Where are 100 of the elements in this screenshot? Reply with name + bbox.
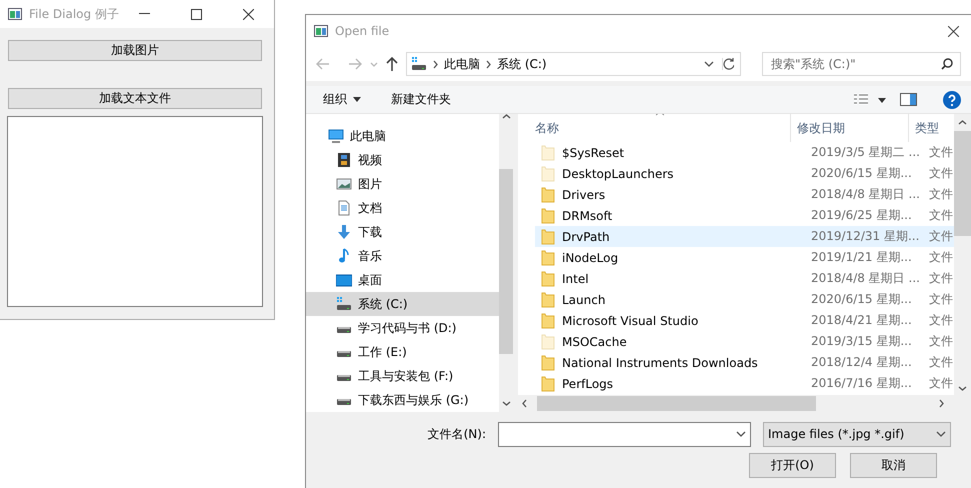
- date-column-header[interactable]: 修改日期: [791, 114, 909, 142]
- drive-icon: [336, 327, 352, 334]
- tree-item[interactable]: 此电脑: [306, 124, 499, 148]
- date-cell-text: 2016/7/16 星期...: [810, 375, 913, 392]
- tree-item[interactable]: 学习代码与书 (D:): [306, 316, 499, 340]
- scrollbar[interactable]: [954, 114, 971, 395]
- dialog-title: Open file: [335, 24, 390, 38]
- file-row[interactable]: Launch 2020/6/15 星期... 文件: [535, 289, 954, 310]
- up-arrow-icon[interactable]: [386, 57, 398, 71]
- file-name: Launch: [535, 292, 808, 308]
- view-options-icon[interactable]: [854, 94, 886, 106]
- picture-icon: [336, 176, 352, 192]
- file-type-dropdown[interactable]: Image files (*.jpg *.gif): [763, 422, 951, 446]
- filename-label: 文件名(N):: [428, 426, 486, 442]
- maximize-icon[interactable]: [191, 8, 202, 20]
- file-name: DrvPath: [535, 228, 808, 244]
- tree-item[interactable]: 桌面: [306, 268, 499, 292]
- dropdown-caret-icon: [736, 431, 746, 437]
- tree-item[interactable]: 图片: [306, 172, 499, 196]
- breadcrumb-item[interactable]: 此电脑: [444, 56, 480, 72]
- tree-item[interactable]: 文档: [306, 196, 499, 220]
- file-name: PerfLogs: [535, 376, 808, 392]
- file-row[interactable]: Drivers 2018/4/8 星期日 ... 文件: [535, 184, 954, 205]
- name-column-header[interactable]: 名称: [518, 114, 791, 142]
- folder-icon: [541, 292, 555, 308]
- folder-icon: [541, 354, 555, 370]
- tree-item[interactable]: 视频: [306, 148, 499, 172]
- breadcrumb-separator-icon: [433, 60, 438, 68]
- cancel-button[interactable]: 取消: [850, 452, 937, 478]
- caret-icon: [353, 97, 361, 102]
- scroll-down-icon: [502, 401, 510, 406]
- file-row[interactable]: Intel 2018/4/8 星期日 ... 文件: [535, 268, 954, 289]
- file-name: DRMsoft: [535, 208, 808, 224]
- file-row[interactable]: MSOCache 2019/3/15 星期... 文件: [535, 331, 954, 352]
- folder-icon: [541, 144, 555, 160]
- type-cell-text: 文件: [928, 165, 954, 182]
- tree-item-label: 下载: [358, 224, 382, 240]
- window-title: File Dialog 例子: [29, 6, 120, 22]
- file-row[interactable]: $SysReset 2019/3/5 星期二 ... 文件: [535, 142, 954, 163]
- open-button[interactable]: 打开(O): [749, 452, 836, 478]
- new-folder-button[interactable]: 新建文件夹: [391, 91, 451, 108]
- type-cell-text: 文件: [928, 144, 954, 161]
- tree-item[interactable]: 音乐: [306, 244, 499, 268]
- load-image-button[interactable]: 加载图片: [8, 40, 262, 61]
- file-name: Intel: [535, 270, 808, 286]
- tree-item-label: 工具与安装包 (F:): [358, 368, 454, 384]
- search-icon: [941, 58, 953, 70]
- folder-icon: [541, 186, 555, 202]
- help-icon[interactable]: [943, 90, 961, 108]
- file-row[interactable]: DRMsoft 2019/6/25 星期... 文件: [535, 205, 954, 226]
- preview-pane-icon[interactable]: [900, 93, 917, 106]
- tree-item-label: 视频: [358, 152, 382, 168]
- tree-item[interactable]: 下载东西与娱乐 (G:): [306, 388, 499, 412]
- scroll-down-icon: [958, 386, 967, 391]
- type-cell-text: 文件: [928, 186, 954, 203]
- type-cell-text: 文件: [928, 375, 954, 392]
- tree-item-label: 此电脑: [350, 128, 386, 144]
- type-cell-text: 文件: [928, 354, 954, 371]
- folder-icon: [541, 312, 555, 328]
- app-icon: [314, 25, 328, 37]
- folder-icon: [541, 270, 555, 286]
- close-icon[interactable]: [243, 8, 254, 20]
- folder-icon: [541, 228, 555, 244]
- search-field[interactable]: 搜索"系统 (C:)": [762, 52, 961, 76]
- tree-item[interactable]: 下载: [306, 220, 499, 244]
- date-cell-text: 2020/6/15 星期...: [810, 165, 913, 182]
- tree-item[interactable]: 工具与安装包 (F:): [306, 364, 499, 388]
- load-text-button[interactable]: 加载文本文件: [8, 88, 262, 109]
- tree-item[interactable]: 工作 (E:): [306, 340, 499, 364]
- tree-item-label: 下载东西与娱乐 (G:): [358, 392, 469, 408]
- scrollbar[interactable]: [499, 114, 513, 412]
- scroll-right-icon: [939, 399, 944, 408]
- type-column-header[interactable]: 类型: [909, 114, 954, 142]
- file-name: iNodeLog: [535, 250, 808, 266]
- file-row[interactable]: PerfLogs 2016/7/16 星期... 文件: [535, 373, 954, 394]
- organize-menu-button[interactable]: 组织: [323, 91, 361, 108]
- document-icon: [336, 200, 352, 216]
- date-cell-text: 2018/12/4 星期...: [810, 354, 913, 371]
- close-icon[interactable]: [948, 26, 959, 36]
- down-arrow-icon: [336, 224, 352, 240]
- desktop-icon: [336, 272, 352, 288]
- date-cell-text: 2018/4/21 星期...: [810, 312, 913, 329]
- type-cell-text: 文件: [928, 270, 954, 287]
- app-icon: [8, 8, 22, 20]
- file-row[interactable]: National Instruments Downloads 2018/12/4 星期... 文件: [535, 352, 954, 373]
- tree-item[interactable]: 系统 (C:): [306, 292, 499, 316]
- address-bar[interactable]: 此电脑 系统 (C:): [406, 52, 741, 76]
- file-row[interactable]: iNodeLog 2019/1/21 星期... 文件: [535, 247, 954, 268]
- minimize-icon[interactable]: [139, 13, 150, 15]
- type-cell-text: 文件: [928, 291, 954, 308]
- file-row[interactable]: Microsoft Visual Studio 2018/4/21 星期... 文件: [535, 310, 954, 331]
- date-cell-text: 2019/6/25 星期...: [810, 207, 913, 224]
- file-row[interactable]: DesktopLaunchers 2020/6/15 星期... 文件: [535, 163, 954, 184]
- horizontal-scrollbar[interactable]: [518, 395, 971, 412]
- file-row[interactable]: DrvPath 2019/12/31 星期... 文件: [535, 226, 954, 247]
- refresh-icon[interactable]: [722, 58, 734, 70]
- filename-field[interactable]: [498, 422, 751, 446]
- date-cell-text: 2019/3/15 星期...: [810, 333, 913, 350]
- breadcrumb-item[interactable]: 系统 (C:): [497, 56, 547, 72]
- date-cell-text: 2020/6/15 星期...: [810, 291, 913, 308]
